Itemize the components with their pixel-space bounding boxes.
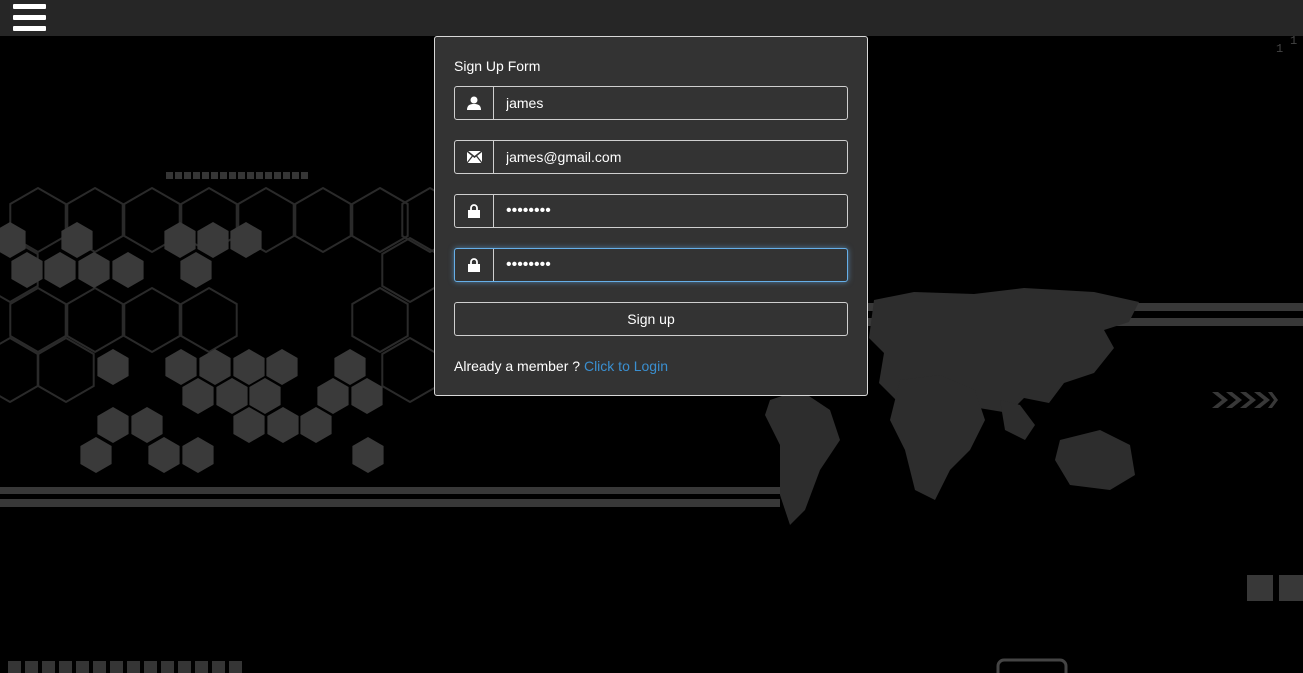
confirm-password-input[interactable]	[494, 249, 847, 281]
username-field	[454, 86, 848, 120]
top-bar	[0, 0, 1303, 36]
member-text: Already a member ?	[454, 358, 581, 374]
svg-text:1: 1	[1276, 42, 1283, 56]
confirm-password-field	[454, 248, 848, 282]
envelope-icon	[455, 141, 494, 173]
login-link[interactable]: Click to Login	[584, 358, 668, 374]
password-input[interactable]	[494, 195, 847, 227]
login-prompt: Already a member ? Click to Login	[454, 358, 668, 374]
email-field	[454, 140, 848, 174]
hamburger-menu-icon[interactable]	[13, 3, 46, 32]
lock-icon	[455, 195, 494, 227]
svg-text:1: 1	[1290, 34, 1297, 48]
form-title: Sign Up Form	[454, 58, 541, 74]
username-input[interactable]	[494, 87, 847, 119]
signup-button[interactable]: Sign up	[454, 302, 848, 336]
signup-card: Sign Up Form Sign up Already a member ? …	[434, 36, 868, 396]
user-icon	[455, 87, 494, 119]
lock-icon	[455, 249, 494, 281]
email-input[interactable]	[494, 141, 847, 173]
password-field	[454, 194, 848, 228]
